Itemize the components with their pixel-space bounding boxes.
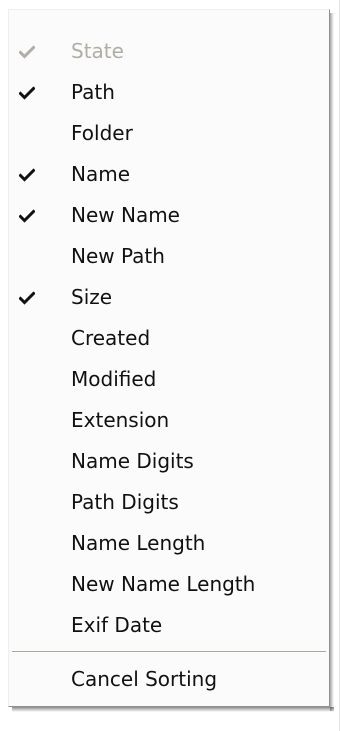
menu-item-name[interactable]: Name (10, 154, 328, 195)
menu-separator (10, 646, 328, 659)
check-icon (15, 359, 39, 400)
menu-item-state[interactable]: State (10, 31, 328, 72)
menu-item-label: State (71, 39, 124, 63)
menu-item-label: Name (71, 162, 131, 186)
check-icon (15, 277, 39, 318)
menu-item-modified[interactable]: Modified (10, 359, 328, 400)
screen: State Path Folder Name New Name New Path (0, 0, 340, 731)
check-icon (15, 318, 39, 359)
check-icon (15, 400, 39, 441)
check-icon (15, 523, 39, 564)
menu-item-label: Modified (71, 367, 157, 391)
check-icon (15, 605, 39, 646)
menu-item-new-name-length[interactable]: New Name Length (10, 564, 328, 605)
menu-item-path[interactable]: Path (10, 72, 328, 113)
check-icon (15, 659, 39, 700)
menu-shadow (330, 13, 334, 711)
menu-item-created[interactable]: Created (10, 318, 328, 359)
menu-item-new-path[interactable]: New Path (10, 236, 328, 277)
separator-highlight (12, 652, 326, 653)
check-icon (15, 31, 39, 72)
menu-item-label: Name Length (71, 531, 206, 555)
menu-item-label: Path Digits (71, 490, 179, 514)
menu-item-label: Extension (71, 408, 170, 432)
menu-shadow (12, 707, 334, 712)
menu-item-name-digits[interactable]: Name Digits (10, 441, 328, 482)
menu-item-label: New Name (71, 203, 180, 227)
check-icon (15, 195, 39, 236)
menu-item-label: New Name Length (71, 572, 256, 596)
column-context-menu: State Path Folder Name New Name New Path (8, 9, 330, 707)
check-icon (15, 72, 39, 113)
menu-item-exif-date[interactable]: Exif Date (10, 605, 328, 646)
menu-item-label: Name Digits (71, 449, 194, 473)
menu-item-size[interactable]: Size (10, 277, 328, 318)
menu-item-cancel-sorting[interactable]: Cancel Sorting (10, 659, 328, 700)
menu-item-new-name[interactable]: New Name (10, 195, 328, 236)
menu-item-label: Size (71, 285, 113, 309)
menu-item-folder[interactable]: Folder (10, 113, 328, 154)
check-icon (15, 482, 39, 523)
check-icon (15, 564, 39, 605)
check-icon (15, 441, 39, 482)
check-icon (15, 154, 39, 195)
menu-item-label: Exif Date (71, 613, 163, 637)
menu-list: State Path Folder Name New Name New Path (10, 31, 328, 700)
menu-item-name-length[interactable]: Name Length (10, 523, 328, 564)
check-icon (15, 236, 39, 277)
menu-item-label: Cancel Sorting (71, 667, 218, 691)
menu-item-path-digits[interactable]: Path Digits (10, 482, 328, 523)
menu-item-label: Folder (71, 121, 133, 145)
menu-item-label: Path (71, 80, 115, 104)
menu-item-label: Created (71, 326, 151, 350)
check-icon (15, 113, 39, 154)
menu-item-extension[interactable]: Extension (10, 400, 328, 441)
menu-item-label: New Path (71, 244, 165, 268)
